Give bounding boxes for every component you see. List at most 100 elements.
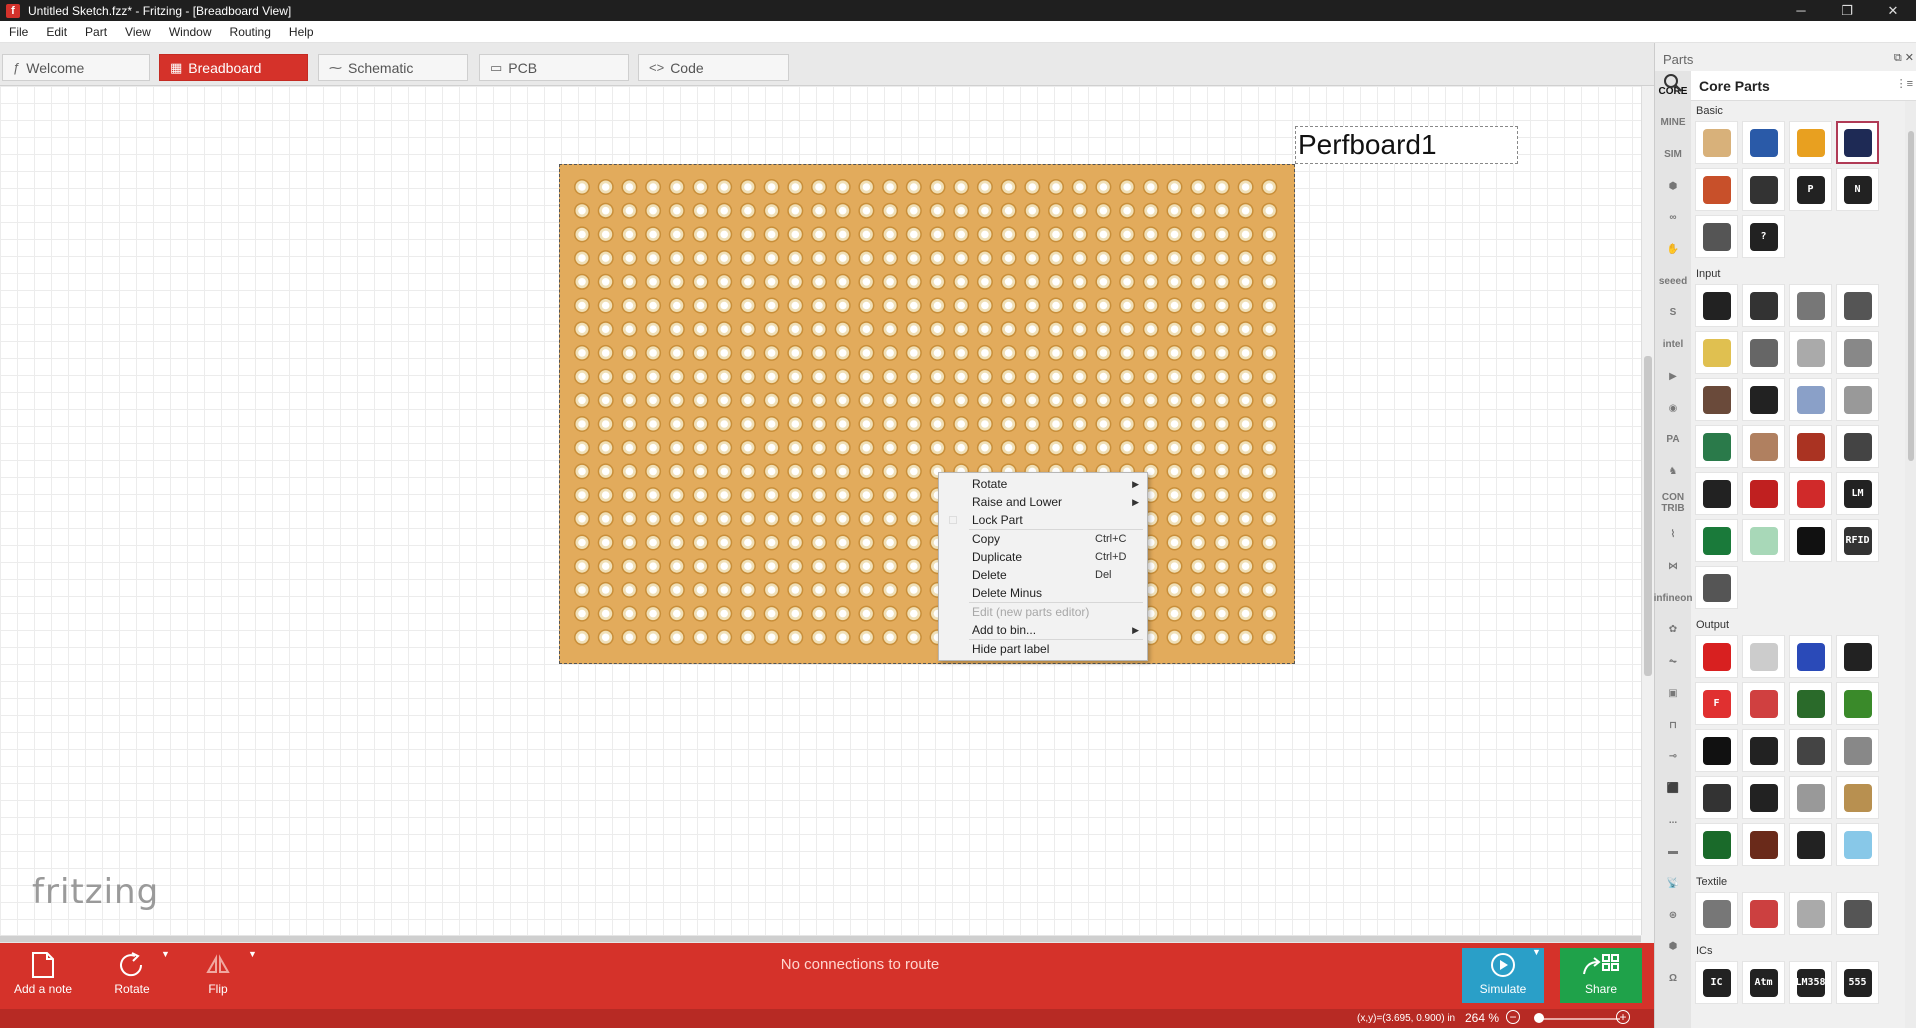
bin-tab-27[interactable]: ⬢	[1659, 935, 1687, 959]
part-solenoid[interactable]	[1836, 776, 1879, 819]
bin-tab-6[interactable]: seeed	[1659, 269, 1687, 293]
menu-part[interactable]: Part	[76, 25, 116, 39]
zoom-out-icon[interactable]: −	[1506, 1010, 1520, 1024]
part-textile-patch[interactable]	[1789, 892, 1832, 935]
zoom-in-icon[interactable]: +	[1616, 1010, 1630, 1024]
part-wire-sensor[interactable]	[1789, 284, 1832, 327]
canvas-horizontal-scrollbar[interactable]	[0, 935, 1641, 943]
menu-item-rotate[interactable]: Rotate ▶	[939, 475, 1147, 493]
part-pushbutton[interactable]	[1695, 378, 1738, 421]
part-joystick[interactable]	[1695, 425, 1738, 468]
canvas-vertical-scrollbar[interactable]	[1641, 86, 1654, 935]
part-lcd-large[interactable]	[1836, 682, 1879, 725]
part-conductive-thread[interactable]	[1742, 892, 1785, 935]
bin-tab-17[interactable]: ✿	[1659, 618, 1687, 642]
minimize-button[interactable]: ─	[1778, 0, 1824, 21]
part-blue-led[interactable]	[1789, 635, 1832, 678]
menu-routing[interactable]: Routing	[221, 25, 280, 39]
part-green-board[interactable]	[1695, 519, 1738, 562]
part-motor-driver[interactable]	[1695, 776, 1738, 819]
part-tantalum-capacitor[interactable]	[1789, 121, 1832, 164]
bin-tab-3[interactable]: ⬢	[1659, 174, 1687, 198]
part-inductor[interactable]	[1695, 168, 1738, 211]
bin-tab-18[interactable]: ⏦	[1659, 650, 1687, 674]
flip-dropdown-icon[interactable]: ▼	[248, 949, 257, 959]
part-potentiometer[interactable]	[1695, 284, 1738, 327]
bin-tab-23[interactable]: ...	[1659, 808, 1687, 832]
bin-menu-icon[interactable]: ⋮≡	[1896, 77, 1913, 90]
tab-schematic[interactable]: ⁓ Schematic	[318, 54, 468, 81]
maximize-button[interactable]: ❐	[1824, 0, 1870, 21]
part-conductive-fabric[interactable]	[1695, 892, 1738, 935]
part-electrolytic-capacitor[interactable]	[1836, 121, 1879, 164]
part-relay-board[interactable]	[1742, 823, 1785, 866]
tab-welcome[interactable]: ƒ Welcome	[2, 54, 150, 81]
part-keypad[interactable]	[1695, 566, 1738, 609]
bin-tab-15[interactable]: ⋈	[1659, 555, 1687, 579]
part-rfid-reader[interactable]: RFID	[1836, 519, 1879, 562]
part-atmega[interactable]: Atm	[1742, 961, 1785, 1004]
parts-scrollbar[interactable]	[1905, 101, 1916, 1028]
part-dip-switch[interactable]	[1789, 331, 1832, 374]
part-fet[interactable]	[1695, 215, 1738, 258]
bin-tab-11[interactable]: PA	[1659, 428, 1687, 452]
menu-file[interactable]: File	[0, 25, 37, 39]
part-ceramic-capacitor[interactable]	[1742, 121, 1785, 164]
part-white-led[interactable]	[1742, 635, 1785, 678]
simulate-dropdown-icon[interactable]: ▼	[1532, 947, 1541, 957]
part-led-matrix[interactable]	[1742, 682, 1785, 725]
part-fsr[interactable]	[1789, 425, 1832, 468]
menu-item-delete-minus[interactable]: Delete Minus	[939, 584, 1147, 602]
part-timer-555[interactable]: 555	[1836, 961, 1879, 1004]
tab-code[interactable]: <> Code	[638, 54, 789, 81]
bin-tab-14[interactable]: ⌇	[1659, 523, 1687, 547]
menu-item-raise-and-lower[interactable]: Raise and Lower ▶	[939, 493, 1147, 511]
bin-tab-26[interactable]: ⊛	[1659, 903, 1687, 927]
perfboard[interactable]	[559, 164, 1295, 664]
bin-tab-8[interactable]: intel	[1659, 333, 1687, 357]
part-servo[interactable]	[1742, 776, 1785, 819]
bin-tab-20[interactable]: ⊓	[1659, 713, 1687, 737]
menu-help[interactable]: Help	[280, 25, 323, 39]
menu-item-copy[interactable]: Copy Ctrl+C	[939, 530, 1147, 548]
menu-item-duplicate[interactable]: Duplicate Ctrl+D	[939, 548, 1147, 566]
part-strip-sensor[interactable]	[1836, 284, 1879, 327]
bin-tab-12[interactable]: ♞	[1659, 459, 1687, 483]
part-reed-switch[interactable]	[1836, 331, 1879, 374]
part-pnp-transistor[interactable]: P	[1789, 168, 1832, 211]
part-speaker[interactable]	[1742, 729, 1785, 772]
part-resistor[interactable]	[1695, 121, 1738, 164]
rotate-dropdown-icon[interactable]: ▼	[161, 949, 170, 959]
part-red-breakout[interactable]	[1742, 472, 1785, 515]
parts-scroll-thumb[interactable]	[1908, 131, 1914, 461]
part-pir-sensor[interactable]	[1836, 425, 1879, 468]
bin-tab-2[interactable]: SIM	[1659, 142, 1687, 166]
menu-item-lock-part[interactable]: Lock Part	[939, 511, 1147, 529]
part-diode[interactable]	[1742, 168, 1785, 211]
part-mystery-part[interactable]: ?	[1742, 215, 1785, 258]
search-icon[interactable]	[1663, 73, 1685, 95]
part-flex-sensor[interactable]	[1742, 425, 1785, 468]
part-stepper[interactable]	[1789, 729, 1832, 772]
part-ic[interactable]: IC	[1695, 961, 1738, 1004]
zoom-slider-handle[interactable]	[1534, 1013, 1544, 1023]
bin-tab-25[interactable]: 📡	[1659, 872, 1687, 896]
bin-tab-4[interactable]: ∞	[1659, 206, 1687, 230]
bin-tab-22[interactable]: ⬛	[1659, 776, 1687, 800]
canvas-horizontal-scroll-thumb[interactable]	[0, 936, 1641, 942]
share-button[interactable]: Share	[1560, 948, 1642, 1003]
part-dc-motor[interactable]	[1836, 729, 1879, 772]
part-lcd[interactable]	[1789, 682, 1832, 725]
tab-pcb[interactable]: ▭ PCB	[479, 54, 629, 81]
bin-tab-7[interactable]: S	[1659, 301, 1687, 325]
breadboard-canvas[interactable]: Perfboard1 fritzing	[0, 86, 1641, 935]
part-tilt-switch[interactable]	[1836, 378, 1879, 421]
part-green-pcb[interactable]	[1695, 823, 1738, 866]
part-red-sensor-board[interactable]	[1789, 472, 1832, 515]
part-red-led[interactable]	[1695, 635, 1738, 678]
bin-tab-16[interactable]: infineon	[1654, 586, 1693, 610]
bin-tab-24[interactable]: ▬	[1659, 840, 1687, 864]
bin-tab-19[interactable]: ▣	[1659, 681, 1687, 705]
part-microphone[interactable]	[1789, 519, 1832, 562]
part-piezo[interactable]	[1789, 378, 1832, 421]
